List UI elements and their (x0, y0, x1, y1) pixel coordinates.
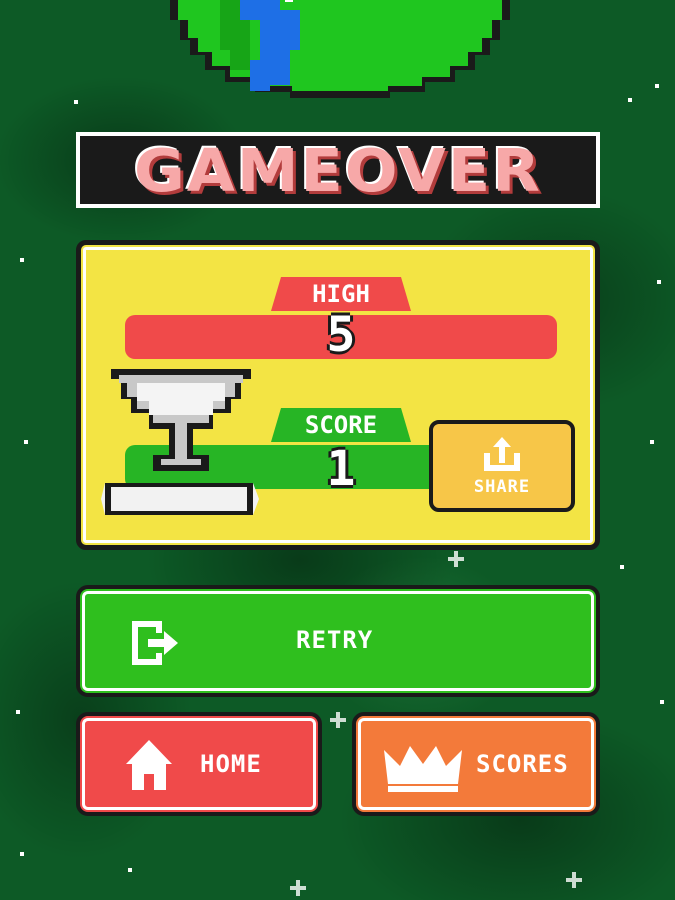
sparkle-icon (290, 880, 306, 896)
house-icon (126, 740, 172, 790)
scores-button[interactable]: SCORES (352, 712, 600, 816)
trophy-icon (101, 369, 259, 515)
title-text: GAMEOVER (133, 135, 543, 205)
score-panel: HIGH 5 SCORE 1 SHARE (76, 240, 600, 550)
sparkle-icon (448, 551, 464, 567)
share-button-label: SHARE (473, 477, 531, 497)
sparkle-icon (566, 872, 582, 888)
current-score-value: 1 (326, 441, 356, 497)
star (660, 700, 664, 704)
star (657, 280, 661, 284)
star (20, 258, 24, 262)
game-over-title: GAMEOVER (76, 132, 600, 208)
high-score-label: HIGH (271, 277, 411, 311)
star (74, 100, 78, 104)
star (16, 710, 20, 714)
retry-button[interactable]: RETRY (76, 585, 600, 697)
sparkle-icon (330, 712, 346, 728)
exit-door-icon (132, 621, 178, 665)
retry-button-label: RETRY (296, 626, 374, 654)
star (650, 440, 654, 444)
current-score-label: SCORE (271, 408, 411, 442)
star (20, 852, 24, 856)
star (655, 84, 659, 88)
star (128, 868, 132, 872)
star (628, 98, 632, 102)
upload-icon (484, 437, 520, 471)
share-button[interactable]: SHARE (429, 420, 575, 512)
star (620, 565, 624, 569)
crown-icon (384, 746, 462, 792)
scores-button-label: SCORES (476, 750, 569, 778)
star (24, 440, 28, 444)
planet-graphic (170, 0, 510, 98)
home-button[interactable]: HOME (76, 712, 322, 816)
high-score-value: 5 (326, 307, 356, 363)
home-button-label: HOME (200, 750, 262, 778)
